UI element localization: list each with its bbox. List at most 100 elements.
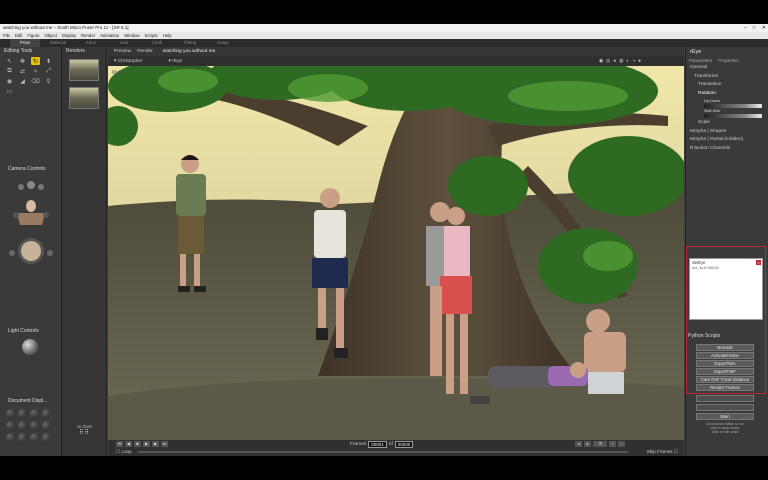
scale-tool-icon[interactable]: ⬍ bbox=[44, 57, 53, 65]
remove-key-button[interactable]: – bbox=[618, 441, 626, 447]
menu-window[interactable]: Window bbox=[124, 32, 139, 39]
sideside-slider[interactable] bbox=[704, 113, 762, 118]
display-style-icon[interactable] bbox=[30, 433, 39, 442]
param-rotation[interactable]: Rotation bbox=[690, 90, 768, 99]
skip-frames-checkbox[interactable]: Skip Frames ☐ bbox=[647, 449, 678, 455]
minimize-button[interactable]: – bbox=[744, 24, 747, 32]
menu-animation[interactable]: Animation bbox=[100, 32, 119, 39]
tab-parameters[interactable]: Parameters bbox=[689, 58, 712, 63]
display-style-icon[interactable] bbox=[6, 409, 15, 418]
display-style-icon[interactable] bbox=[30, 421, 39, 430]
script-button-empty[interactable] bbox=[696, 404, 754, 411]
param-morphs-shapes[interactable]: Morphs | Shapes bbox=[690, 128, 768, 137]
keyframe-prev-button[interactable]: ◂ bbox=[575, 441, 583, 447]
display-style-icon[interactable] bbox=[42, 409, 51, 418]
display-style-icon[interactable] bbox=[42, 433, 51, 442]
display-style-icon[interactable] bbox=[18, 409, 27, 418]
light-controls: Light Controls bbox=[4, 327, 58, 355]
display-style-icon[interactable] bbox=[42, 421, 51, 430]
fast-forward-button[interactable]: ⏭ bbox=[161, 441, 168, 447]
view-magnifier-icon[interactable]: ◉ bbox=[5, 77, 14, 85]
document-display-title: Document Displ... bbox=[8, 398, 48, 404]
rewind-button[interactable]: ⏮ bbox=[116, 441, 123, 447]
menu-help[interactable]: Help bbox=[163, 32, 172, 39]
close-button[interactable]: ✕ bbox=[762, 24, 766, 32]
render-thumbnail[interactable] bbox=[69, 59, 99, 81]
tab-face[interactable]: Face bbox=[76, 39, 106, 47]
morph-brush-icon[interactable]: ◢ bbox=[18, 77, 27, 85]
direct-manipulation-icon[interactable]: ⚲ bbox=[44, 77, 53, 85]
ui-dots-grid[interactable]: ⠿⠿ bbox=[62, 429, 107, 436]
translate-tool-icon[interactable]: ✥ bbox=[18, 57, 27, 65]
camera-controls-widget[interactable] bbox=[4, 173, 58, 268]
param-translation[interactable]: Translation bbox=[690, 81, 768, 90]
twist-tool-icon[interactable]: ⇄ bbox=[18, 67, 27, 75]
color-tool-icon[interactable]: ✧ bbox=[31, 67, 40, 75]
tab-cloth[interactable]: Cloth bbox=[142, 39, 172, 47]
updown-slider[interactable] bbox=[704, 103, 762, 108]
menu-figure[interactable]: Figure bbox=[27, 32, 39, 39]
left-panel: Editing Tools ↖ ✥ ↻ ⬍ ⧉ ⇄ ✧ ⤢ ◉ ◢ ⌫ ⚲ ▭ … bbox=[0, 47, 62, 456]
menu-file[interactable]: File bbox=[3, 32, 10, 39]
poser-app-window: watching you without me – Smith Micro Po… bbox=[0, 24, 768, 456]
rotate-tool-icon[interactable]: ↻ bbox=[31, 57, 40, 65]
script-button-empty[interactable] bbox=[696, 395, 754, 402]
timeline-scrubber[interactable] bbox=[138, 451, 628, 453]
keyframe-next-button[interactable]: ▸ bbox=[584, 441, 592, 447]
tab-properties[interactable]: Properties bbox=[718, 58, 739, 63]
tab-setup[interactable]: Setup bbox=[208, 39, 238, 47]
viewport-toolbar-icons[interactable]: ◉◎●◍◐◑● bbox=[599, 59, 644, 64]
skip-frames-label: Skip Frames bbox=[646, 449, 673, 454]
scene-render: Main C... bbox=[108, 66, 684, 440]
grouping-tool-icon[interactable]: ⌫ bbox=[31, 77, 40, 85]
renders-tab[interactable]: Renders bbox=[62, 47, 106, 55]
camera-controls: Camera Controls bbox=[4, 165, 58, 270]
param-transforms[interactable]: Transforms bbox=[690, 73, 768, 82]
loop-checkbox[interactable]: ☐ Loop bbox=[116, 449, 132, 455]
actor-dropdown[interactable]: ▾ rEye bbox=[169, 59, 183, 64]
menu-scripts[interactable]: Scripts bbox=[145, 32, 158, 39]
chain-break-tool-icon[interactable]: ⤢ bbox=[44, 67, 53, 75]
room-tabs: Pose Material Face Hair Cloth Fitting Se… bbox=[0, 39, 768, 47]
step-forward-button[interactable]: ▶ bbox=[152, 441, 159, 447]
document-display-style: Document Displ... bbox=[4, 397, 58, 446]
display-style-icon[interactable] bbox=[30, 409, 39, 418]
loop-label: Loop bbox=[121, 449, 132, 454]
light-sphere-icon[interactable] bbox=[22, 339, 38, 355]
display-style-icon[interactable] bbox=[6, 421, 15, 430]
tab-material[interactable]: Material bbox=[43, 39, 73, 47]
tab-render[interactable]: Render bbox=[137, 49, 153, 54]
menu-edit[interactable]: Edit bbox=[15, 32, 22, 39]
param-morphs-partial[interactable]: Morphs | Partial (Hidden) bbox=[690, 136, 768, 145]
current-frame-field[interactable]: 00001 bbox=[368, 440, 387, 448]
render-thumbnail[interactable] bbox=[69, 87, 99, 109]
display-style-icon[interactable] bbox=[18, 433, 27, 442]
tab-hair[interactable]: Hair bbox=[109, 39, 139, 47]
menu-render[interactable]: Render bbox=[81, 32, 95, 39]
tab-preview[interactable]: Preview bbox=[114, 49, 131, 54]
step-back-button[interactable]: ◀ bbox=[125, 441, 132, 447]
camera-label: Main C... bbox=[112, 70, 132, 76]
tab-fitting[interactable]: Fitting bbox=[175, 39, 205, 47]
tab-pose[interactable]: Pose bbox=[10, 39, 40, 47]
param-rjection-channels[interactable]: RJection Channels bbox=[690, 145, 768, 154]
maximize-button[interactable]: □ bbox=[753, 24, 756, 32]
script-button-main[interactable]: Main bbox=[696, 413, 754, 420]
stop-button[interactable]: ■ bbox=[134, 441, 141, 447]
total-frames-field[interactable]: 00030 bbox=[394, 440, 414, 448]
document-viewport[interactable]: Main C... bbox=[108, 66, 684, 440]
play-button[interactable]: ▶ bbox=[143, 441, 150, 447]
title-bar: watching you without me – Smith Micro Po… bbox=[0, 24, 768, 32]
menu-object[interactable]: Object bbox=[45, 32, 57, 39]
param-general[interactable]: General bbox=[690, 64, 768, 73]
add-key-button[interactable]: + bbox=[609, 441, 617, 447]
menu-display[interactable]: Display bbox=[62, 32, 76, 39]
rectangle-select-icon[interactable]: ▭ bbox=[5, 87, 14, 95]
key-icon[interactable]: ⚿ bbox=[593, 441, 608, 447]
figure-dropdown[interactable]: ▾ Christopher bbox=[114, 59, 143, 64]
param-scale[interactable]: Scale bbox=[690, 119, 768, 128]
select-tool-icon[interactable]: ↖ bbox=[5, 57, 14, 65]
taper-tool-icon[interactable]: ⧉ bbox=[5, 67, 14, 75]
display-style-icon[interactable] bbox=[18, 421, 27, 430]
display-style-icon[interactable] bbox=[6, 433, 15, 442]
